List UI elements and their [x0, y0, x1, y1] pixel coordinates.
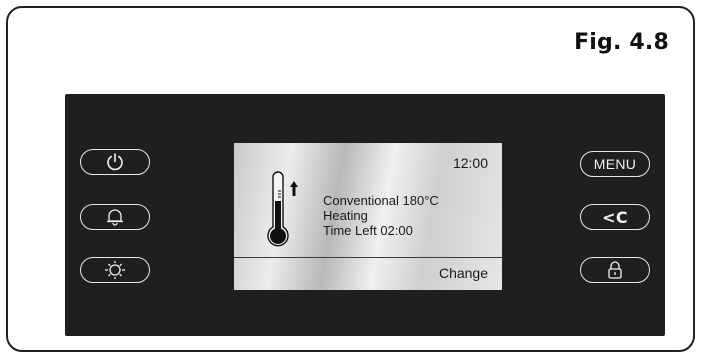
- back-button[interactable]: <C: [580, 204, 650, 230]
- up-arrow-icon: [290, 181, 298, 196]
- screen-divider: [234, 257, 502, 258]
- mode-text: Conventional 180°C: [323, 193, 439, 208]
- time-left-text: Time Left 02:00: [323, 223, 413, 238]
- lock-button[interactable]: [580, 257, 650, 283]
- light-button[interactable]: [80, 257, 150, 283]
- clock-readout: 12:00: [452, 155, 488, 171]
- oven-control-panel: 12:00 Conventional 180°C Heating Time Le…: [65, 94, 665, 336]
- menu-button[interactable]: MENU: [580, 151, 650, 177]
- alarm-button[interactable]: [80, 204, 150, 230]
- power-icon: [107, 153, 123, 171]
- bell-icon: [107, 209, 123, 226]
- status-text: Heating: [323, 208, 368, 223]
- program-info: Conventional 180°C Heating Time Left 02:…: [323, 193, 439, 238]
- padlock-icon: [608, 261, 622, 279]
- display-screen: 12:00 Conventional 180°C Heating Time Le…: [234, 143, 502, 290]
- figure-label: Fig. 4.8: [574, 30, 669, 55]
- light-bulb-icon: [105, 261, 125, 279]
- back-label: <C: [602, 207, 628, 227]
- change-option[interactable]: Change: [439, 265, 488, 281]
- menu-label: MENU: [593, 156, 637, 172]
- figure-frame: Fig. 4.8 12:00 Conventional 180°C Heatin…: [6, 6, 695, 352]
- power-button[interactable]: [80, 149, 150, 175]
